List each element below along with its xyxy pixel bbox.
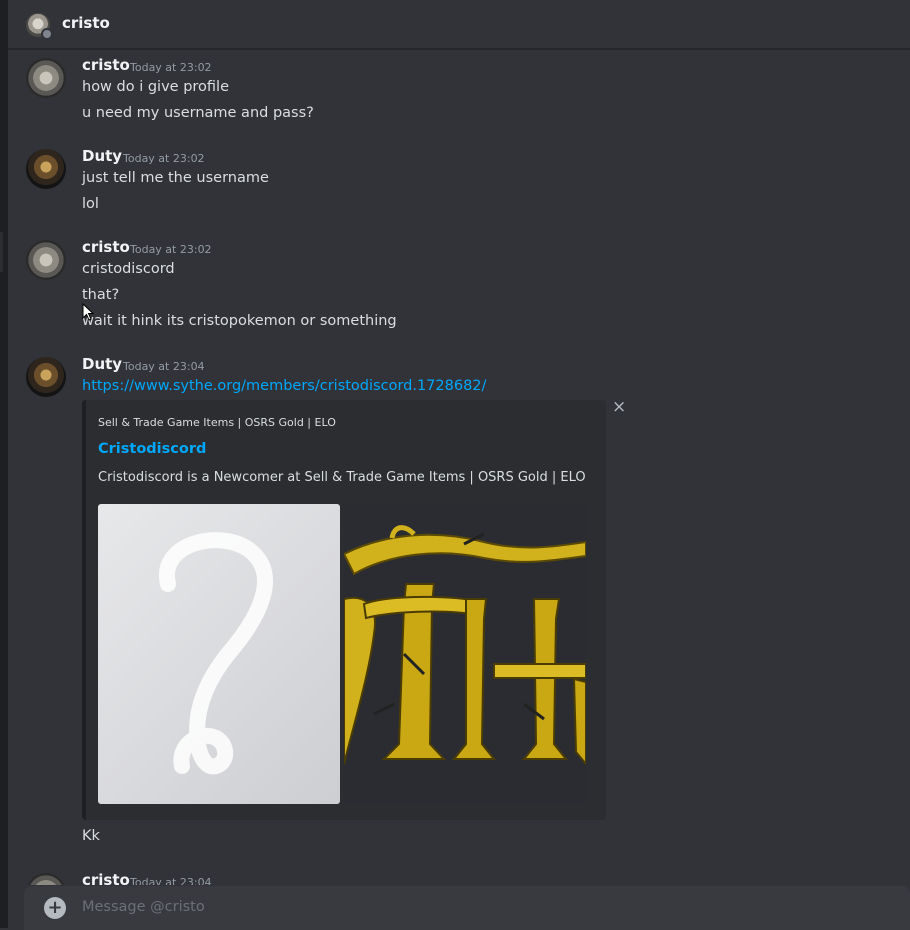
embed-description: Cristodiscord is a Newcomer at Sell & Tr…: [98, 470, 586, 485]
message-text: that?: [82, 287, 120, 303]
avatar[interactable]: [26, 58, 66, 98]
left-server-strip: [0, 0, 8, 928]
message-timestamp: Today at 23:04: [130, 876, 212, 885]
embed-image-placeholder[interactable]: [98, 504, 340, 804]
header-title[interactable]: cristo: [62, 14, 110, 32]
message-timestamp: Today at 23:02: [130, 61, 212, 74]
embed-provider[interactable]: Sell & Trade Game Items | OSRS Gold | EL…: [98, 416, 336, 429]
embed-title[interactable]: Cristodiscord: [98, 441, 206, 457]
avatar[interactable]: [26, 149, 66, 189]
message-timestamp: Today at 23:02: [123, 152, 205, 165]
message-text: how do i give profile: [82, 79, 229, 95]
header-avatar[interactable]: [26, 13, 53, 40]
message-text: just tell me the username: [82, 170, 269, 186]
status-indicator-icon: [41, 28, 53, 40]
message-text: Kk: [82, 828, 100, 844]
avatar[interactable]: [26, 357, 66, 397]
embed-logo-image[interactable]: [344, 504, 586, 804]
close-icon[interactable]: ×: [612, 397, 626, 417]
avatar[interactable]: [26, 873, 66, 885]
message-text: cristodiscord: [82, 261, 175, 277]
add-attachment-icon[interactable]: +: [44, 897, 66, 919]
strip-marker: [0, 232, 3, 272]
message-timestamp: Today at 23:04: [123, 360, 205, 373]
message-input[interactable]: Message @cristo: [82, 899, 205, 915]
channel-header: cristo: [8, 0, 910, 49]
question-mark-icon: [158, 532, 274, 775]
message-link-line: https://www.sythe.org/members/cristodisc…: [82, 378, 486, 394]
message-text: u need my username and pass?: [82, 105, 314, 121]
link-embed: × Sell & Trade Game Items | OSRS Gold | …: [82, 397, 626, 820]
mouse-cursor-icon: [82, 303, 94, 321]
avatar[interactable]: [26, 240, 66, 280]
message-text: wait it hink its cristopokemon or someth…: [82, 313, 397, 329]
message-composer[interactable]: + Message @cristo: [24, 886, 910, 930]
message-author[interactable]: cristo: [82, 871, 130, 885]
message-text: lol: [82, 196, 99, 212]
message-author[interactable]: cristo: [82, 238, 130, 256]
message-author[interactable]: cristo: [82, 56, 130, 74]
message-list: cristo Today at 23:02 how do i give prof…: [8, 49, 910, 885]
profile-link[interactable]: https://www.sythe.org/members/cristodisc…: [82, 378, 486, 394]
sythe-logo-icon: [344, 504, 586, 804]
message-author[interactable]: Duty: [82, 355, 122, 373]
message-author[interactable]: Duty: [82, 147, 122, 165]
message-timestamp: Today at 23:02: [130, 243, 212, 256]
